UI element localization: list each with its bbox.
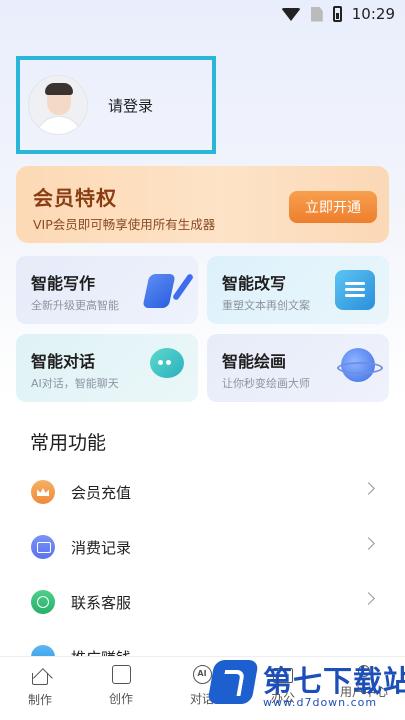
feature-title: 智能写作	[31, 274, 96, 293]
feature-subtitle: 让你秒变绘画大师	[222, 377, 310, 390]
status-bar: 10:29	[0, 0, 405, 30]
nav-label: 创作	[108, 692, 133, 706]
avatar[interactable]	[28, 75, 88, 135]
chevron-right-icon	[362, 592, 375, 605]
list-item-label: 消费记录	[71, 538, 132, 557]
feature-subtitle: 全新升级更高智能	[31, 299, 119, 312]
vip-subtitle: VIP会员即可畅享使用所有生成器	[33, 217, 216, 232]
watermark-logo-icon	[207, 660, 259, 704]
watermark-url: www.d7down.com	[263, 696, 378, 709]
status-time: 10:29	[351, 5, 395, 23]
crown-icon	[31, 480, 55, 504]
vip-banner[interactable]: 会员特权 VIP会员即可畅享使用所有生成器 立即开通	[16, 166, 389, 243]
chevron-right-icon	[362, 537, 375, 550]
nav-item-create[interactable]: 创作	[96, 665, 146, 707]
service-icon	[31, 590, 55, 614]
feature-card-writing[interactable]: 智能写作 全新升级更高智能	[16, 256, 198, 324]
vip-title: 会员特权	[33, 186, 117, 210]
home-icon	[32, 673, 48, 685]
list-item-contact-service[interactable]: 联系客服	[16, 582, 389, 622]
painting-icon	[337, 348, 383, 382]
feature-card-rewrite[interactable]: 智能改写 重塑文本再创文案	[207, 256, 389, 324]
wifi-icon	[280, 7, 301, 21]
feature-title: 智能改写	[222, 274, 287, 293]
chevron-right-icon	[362, 482, 375, 495]
feature-title: 智能对话	[31, 352, 96, 371]
login-label[interactable]: 请登录	[108, 95, 153, 116]
writing-icon	[142, 274, 176, 308]
watermark: 第七下载站 www.d7down.com	[205, 652, 405, 716]
grid-icon	[111, 665, 131, 684]
list-item-label: 联系客服	[71, 593, 132, 612]
section-title: 常用功能	[30, 432, 107, 454]
sim-icon	[310, 6, 323, 22]
list-item-consumption-record[interactable]: 消费记录	[16, 527, 389, 567]
feature-subtitle: AI对话，智能聊天	[31, 377, 119, 390]
rewrite-icon	[335, 270, 375, 310]
pen-icon	[171, 272, 195, 302]
nav-item-make[interactable]: 制作	[15, 665, 65, 708]
feature-title: 智能绘画	[222, 352, 287, 371]
feature-subtitle: 重塑文本再创文案	[222, 299, 310, 312]
nav-label: 制作	[27, 693, 52, 707]
card-icon	[31, 535, 55, 559]
list-item-label: 会员充值	[71, 483, 132, 502]
feature-card-painting[interactable]: 智能绘画 让你秒变绘画大师	[207, 334, 389, 402]
feature-card-chat[interactable]: 智能对话 AI对话，智能聊天	[16, 334, 198, 402]
login-card[interactable]: 请登录	[16, 56, 216, 154]
open-vip-button[interactable]: 立即开通	[289, 191, 377, 223]
battery-icon	[332, 6, 342, 22]
chat-icon	[150, 348, 184, 378]
list-item-vip-recharge[interactable]: 会员充值	[16, 472, 389, 512]
watermark-name: 第七下载站	[263, 664, 405, 698]
